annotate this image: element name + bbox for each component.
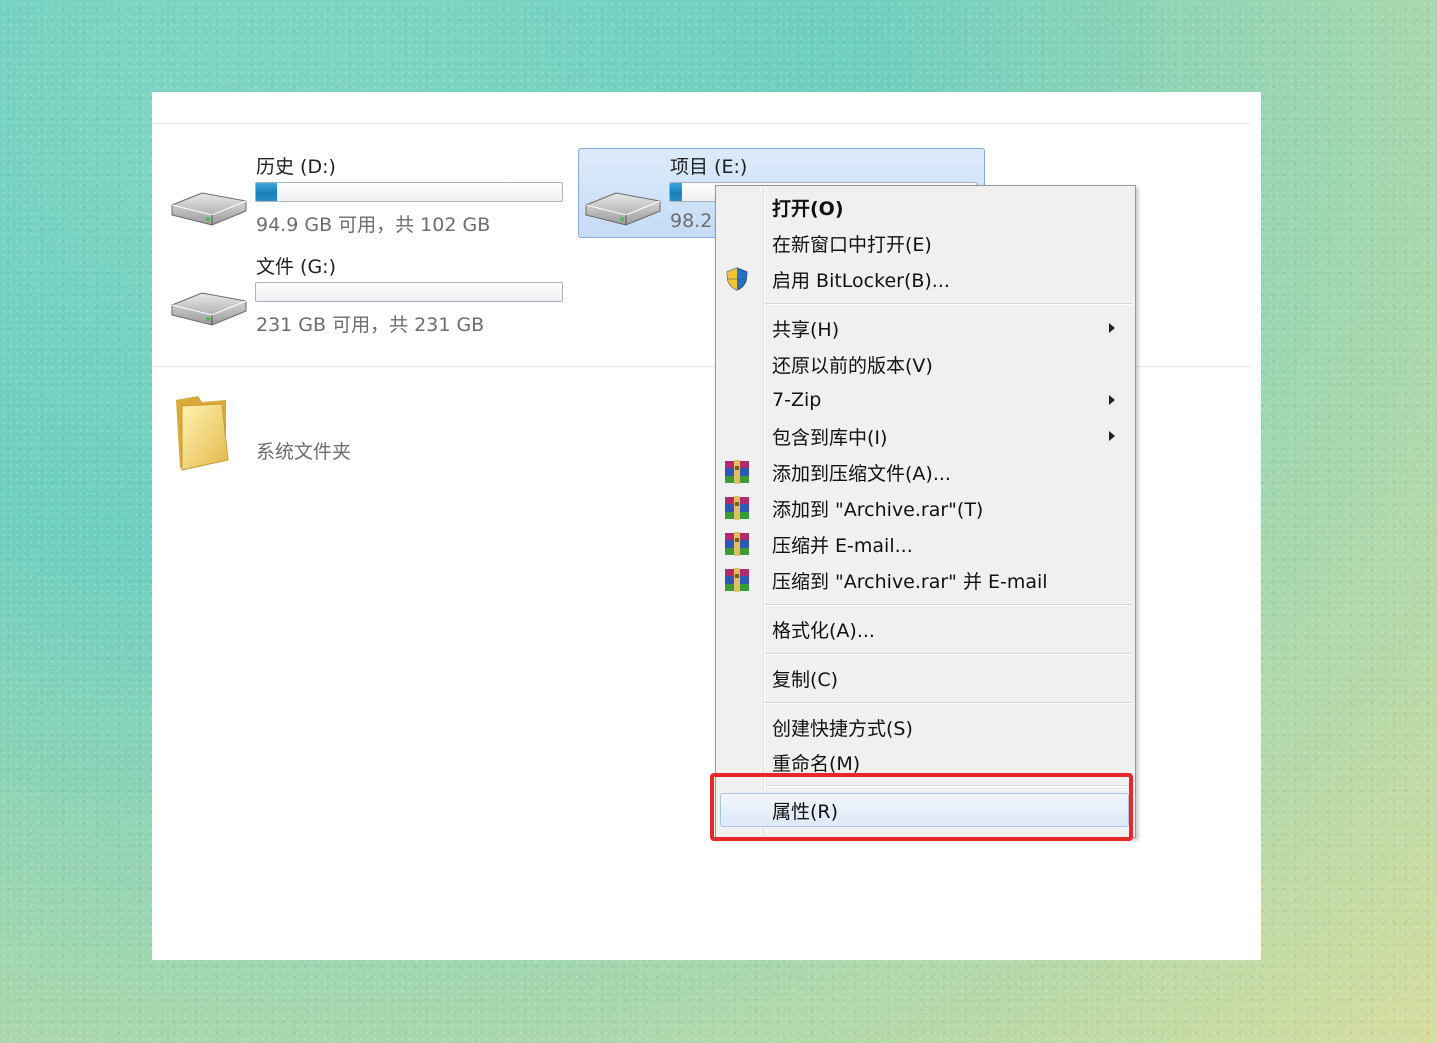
menu-item-create-shortcut[interactable]: 创建快捷方式(S) (718, 710, 1133, 744)
capacity-bar (255, 282, 563, 302)
folder-label[interactable]: 系统文件夹 (256, 437, 351, 464)
submenu-arrow-icon (1109, 395, 1115, 405)
menu-item-label: 格式化(A)... (772, 619, 875, 642)
menu-item-label: 压缩并 E-mail... (772, 534, 913, 557)
menu-item-label: 添加到压缩文件(A)... (772, 462, 951, 485)
menu-item-restore-versions[interactable]: 还原以前的版本(V) (718, 347, 1133, 381)
menu-item-label: 创建快捷方式(S) (772, 717, 913, 740)
menu-item-open-new-window[interactable]: 在新窗口中打开(E) (718, 226, 1133, 260)
drive-g[interactable]: 文件 (G:) 231 GB 可用，共 231 GB (168, 252, 568, 342)
properties-highlight-box (710, 773, 1133, 841)
drive-name: 项目 (E:) (670, 156, 748, 178)
winrar-icon (725, 496, 749, 520)
capacity-bar (255, 182, 563, 202)
menu-item-7zip[interactable]: 7-Zip (718, 383, 1133, 417)
capacity-fill (256, 183, 278, 201)
drive-capacity: 94.9 GB 可用，共 102 GB (256, 214, 491, 236)
menu-separator (765, 702, 1132, 704)
menu-item-bitlocker[interactable]: 启用 BitLocker(B)... (718, 262, 1133, 296)
menu-separator (765, 604, 1132, 606)
menu-item-format[interactable]: 格式化(A)... (718, 612, 1133, 646)
menu-item-add-rar[interactable]: 添加到 "Archive.rar"(T) (718, 491, 1133, 525)
menu-item-label: 7-Zip (772, 389, 822, 411)
top-divider (152, 123, 1250, 124)
folder-icon[interactable] (172, 392, 234, 472)
menu-item-label: 复制(C) (772, 668, 839, 691)
capacity-fill (670, 183, 683, 201)
winrar-icon (725, 460, 749, 484)
hard-drive-icon (585, 192, 661, 226)
menu-item-label: 还原以前的版本(V) (772, 354, 933, 377)
menu-item-compress-email[interactable]: 压缩并 E-mail... (718, 527, 1133, 561)
drive-d[interactable]: 历史 (D:) 94.9 GB 可用，共 102 GB (168, 152, 568, 242)
submenu-arrow-icon (1109, 323, 1115, 333)
menu-item-include-library[interactable]: 包含到库中(I) (718, 419, 1133, 453)
menu-item-label: 打开(O) (772, 197, 844, 220)
drive-name: 历史 (D:) (256, 156, 336, 178)
menu-item-label: 压缩到 "Archive.rar" 并 E-mail (772, 570, 1048, 593)
shield-icon (726, 267, 748, 291)
menu-separator (765, 303, 1132, 305)
menu-item-share[interactable]: 共享(H) (718, 311, 1133, 345)
submenu-arrow-icon (1109, 431, 1115, 441)
menu-item-label: 共享(H) (772, 318, 840, 341)
drive-name: 文件 (G:) (256, 256, 336, 278)
menu-item-label: 包含到库中(I) (772, 426, 888, 449)
menu-item-label: 添加到 "Archive.rar"(T) (772, 498, 984, 521)
menu-item-open[interactable]: 打开(O) (718, 190, 1133, 224)
winrar-icon (725, 532, 749, 556)
hard-drive-icon (171, 192, 247, 226)
drive-capacity: 98.2 (670, 210, 713, 232)
context-menu: 打开(O) 在新窗口中打开(E) 启用 BitLocker(B)... 共享(H… (715, 185, 1136, 838)
menu-item-label: 启用 BitLocker(B)... (772, 269, 950, 292)
menu-item-compress-rar-email[interactable]: 压缩到 "Archive.rar" 并 E-mail (718, 563, 1133, 597)
menu-separator (765, 653, 1132, 655)
hard-drive-icon (171, 292, 247, 326)
winrar-icon (725, 568, 749, 592)
menu-item-label: 在新窗口中打开(E) (772, 233, 932, 256)
menu-item-label: 重命名(M) (772, 752, 861, 775)
menu-item-copy[interactable]: 复制(C) (718, 661, 1133, 695)
drive-capacity: 231 GB 可用，共 231 GB (256, 314, 485, 336)
menu-item-add-archive[interactable]: 添加到压缩文件(A)... (718, 455, 1133, 489)
